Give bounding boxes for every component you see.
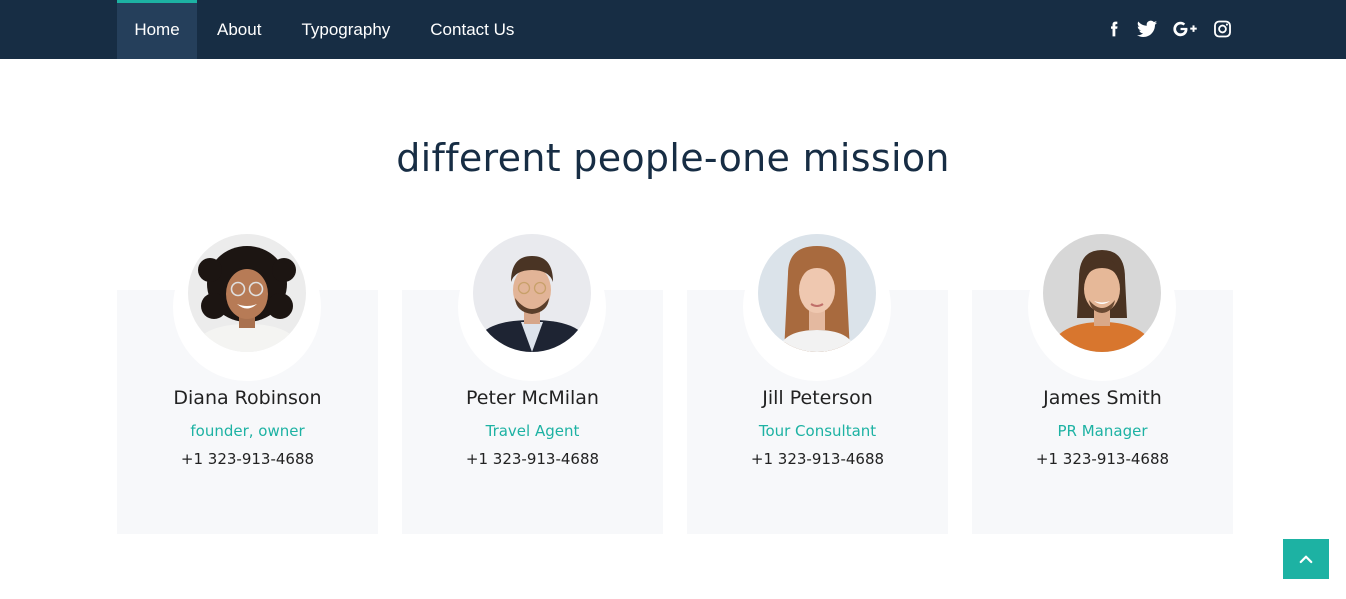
person-phone: +1 323-913-4688	[750, 450, 885, 468]
team-card: Jill Peterson Tour Consultant +1 323-913…	[687, 233, 948, 534]
nav-menu: Home About Typography Contact Us	[117, 0, 534, 59]
instagram-icon[interactable]	[1213, 18, 1232, 40]
avatar	[1043, 234, 1161, 352]
google-plus-icon[interactable]	[1172, 18, 1199, 40]
portrait-photo	[758, 234, 876, 352]
avatar-frame	[173, 233, 321, 381]
nav-item-about[interactable]: About	[197, 0, 281, 59]
avatar	[758, 234, 876, 352]
portrait-photo	[188, 234, 306, 352]
avatar	[473, 234, 591, 352]
social-links	[1106, 18, 1232, 40]
back-to-top-button[interactable]	[1283, 539, 1329, 579]
portrait-photo	[473, 234, 591, 352]
person-role: PR Manager	[1057, 422, 1148, 440]
portrait-photo	[1043, 234, 1161, 352]
person-phone: +1 323-913-4688	[465, 450, 600, 468]
twitter-icon[interactable]	[1136, 18, 1158, 40]
facebook-icon[interactable]	[1106, 18, 1122, 40]
team-card: Peter McMilan Travel Agent +1 323-913-46…	[402, 233, 663, 534]
top-navbar: Home About Typography Contact Us	[0, 0, 1346, 59]
avatar-frame	[1028, 233, 1176, 381]
nav-item-contact-us[interactable]: Contact Us	[410, 0, 534, 59]
person-role: Tour Consultant	[758, 422, 877, 440]
person-role: founder, owner	[190, 422, 305, 440]
nav-item-typography[interactable]: Typography	[281, 0, 410, 59]
nav-item-home[interactable]: Home	[117, 0, 197, 59]
person-phone: +1 323-913-4688	[1035, 450, 1170, 468]
person-phone: +1 323-913-4688	[180, 450, 315, 468]
person-name: Jill Peterson	[762, 387, 873, 409]
team-card: Diana Robinson founder, owner +1 323-913…	[117, 233, 378, 534]
avatar-frame	[458, 233, 606, 381]
person-name: James Smith	[1043, 387, 1162, 409]
avatar-frame	[743, 233, 891, 381]
team-card: James Smith PR Manager +1 323-913-4688	[972, 233, 1233, 534]
person-name: Diana Robinson	[173, 387, 322, 409]
person-name: Peter McMilan	[466, 387, 599, 409]
chevron-up-icon	[1299, 555, 1313, 564]
avatar	[188, 234, 306, 352]
section-title: different people-one mission	[396, 136, 950, 180]
person-role: Travel Agent	[485, 422, 580, 440]
